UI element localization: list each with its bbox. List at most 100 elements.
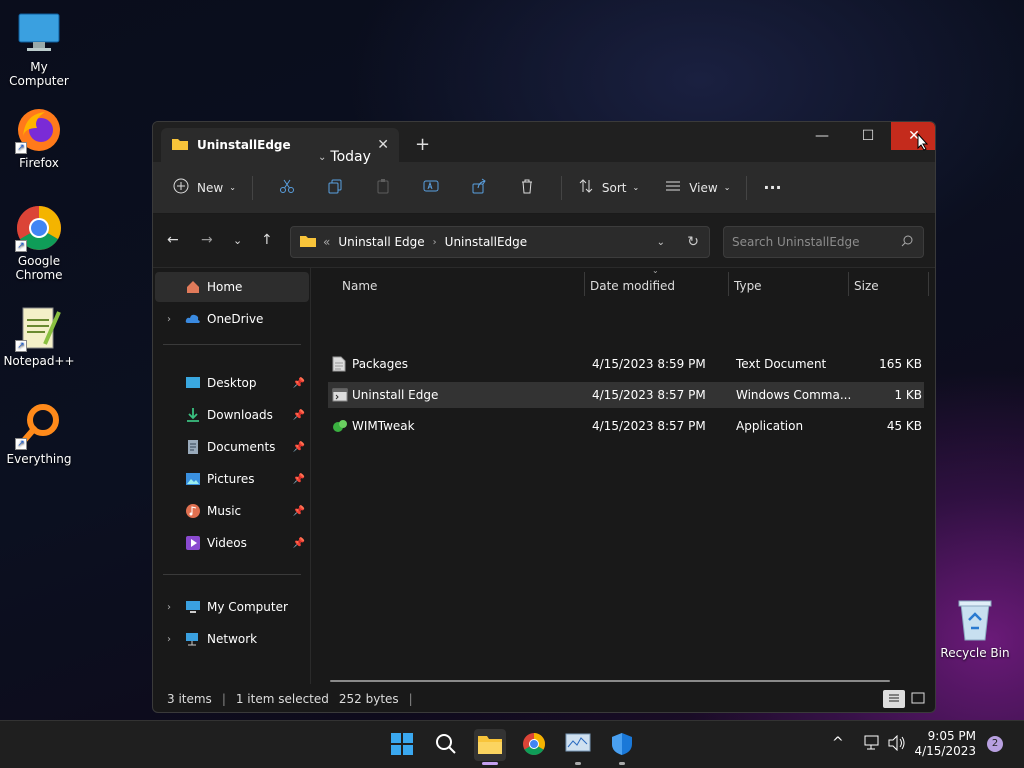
show-hidden-icons-button[interactable]: ^ bbox=[832, 735, 844, 751]
column-label: Date modified bbox=[590, 279, 676, 293]
clipboard-icon bbox=[375, 178, 391, 197]
horizontal-scrollbar[interactable] bbox=[330, 680, 890, 682]
taskbar-defender[interactable] bbox=[606, 729, 638, 765]
breadcrumb-uninstall-edge[interactable]: Uninstall Edge bbox=[338, 235, 424, 249]
group-header-today[interactable]: ⌄ Today bbox=[318, 146, 371, 168]
sidebar-item-network[interactable]: › Network bbox=[155, 624, 309, 654]
copy-button[interactable] bbox=[321, 172, 349, 204]
share-icon bbox=[471, 178, 487, 197]
sidebar-item-home[interactable]: Home bbox=[155, 272, 309, 302]
pin-icon: 📌 bbox=[292, 537, 305, 549]
delete-button[interactable] bbox=[513, 172, 541, 204]
share-button[interactable] bbox=[465, 172, 493, 204]
document-icon bbox=[185, 439, 201, 455]
paste-button[interactable] bbox=[369, 172, 397, 204]
sort-button[interactable]: Sort ⌄ bbox=[572, 172, 645, 204]
column-divider[interactable] bbox=[848, 272, 849, 296]
file-type: Windows Comma... bbox=[736, 388, 852, 402]
taskbar-monitor-app[interactable] bbox=[562, 729, 594, 765]
tiles-view-icon bbox=[911, 692, 925, 707]
notepad-icon: ↗ bbox=[15, 304, 63, 352]
desktop-folder-icon bbox=[185, 375, 201, 391]
column-header-name[interactable]: Name bbox=[342, 272, 377, 300]
column-divider[interactable] bbox=[584, 272, 585, 296]
close-window-button[interactable]: ✕ bbox=[891, 122, 935, 150]
breadcrumb-uninstalledge[interactable]: UninstallEdge bbox=[445, 235, 528, 249]
file-size: 165 KB bbox=[879, 357, 922, 371]
sidebar-item-my-computer[interactable]: › My Computer bbox=[155, 592, 309, 622]
start-button[interactable] bbox=[386, 729, 418, 761]
scissors-icon bbox=[279, 178, 295, 197]
chevron-right-icon[interactable]: › bbox=[159, 634, 179, 645]
column-divider[interactable] bbox=[728, 272, 729, 296]
rename-button[interactable] bbox=[417, 172, 445, 204]
column-divider[interactable] bbox=[928, 272, 929, 296]
sidebar-item-videos[interactable]: Videos 📌 bbox=[155, 528, 309, 558]
up-button[interactable]: ↑ bbox=[261, 232, 273, 248]
sidebar-item-label: My Computer bbox=[207, 600, 288, 614]
view-button[interactable]: View ⌄ bbox=[659, 172, 736, 204]
search-box[interactable]: Search UninstallEdge bbox=[723, 226, 924, 258]
sidebar-item-onedrive[interactable]: › OneDrive bbox=[155, 304, 309, 334]
column-header-type[interactable]: Type bbox=[734, 272, 762, 300]
network-status-icon[interactable] bbox=[864, 735, 882, 754]
search-icon bbox=[434, 732, 458, 759]
chevron-down-icon[interactable]: ⌄ bbox=[657, 237, 665, 248]
more-options-button[interactable]: ··· bbox=[757, 172, 787, 204]
sidebar-item-music[interactable]: Music 📌 bbox=[155, 496, 309, 526]
search-button[interactable] bbox=[430, 729, 462, 761]
firefox-icon: ↗ bbox=[15, 106, 63, 154]
home-icon bbox=[185, 279, 201, 295]
details-view-button[interactable] bbox=[883, 690, 905, 708]
new-tab-button[interactable]: + bbox=[415, 134, 430, 155]
video-icon bbox=[185, 535, 201, 551]
column-header-size[interactable]: Size bbox=[854, 272, 879, 300]
tiles-view-button[interactable] bbox=[907, 690, 929, 708]
sidebar-item-desktop[interactable]: Desktop 📌 bbox=[155, 368, 309, 398]
recent-locations-button[interactable]: ⌄ bbox=[233, 234, 242, 247]
cut-button[interactable] bbox=[273, 172, 301, 204]
sidebar-item-pictures[interactable]: Pictures 📌 bbox=[155, 464, 309, 494]
column-header-date[interactable]: Date modified bbox=[590, 272, 675, 300]
address-bar[interactable]: « Uninstall Edge › UninstallEdge ⌄ ↻ bbox=[290, 226, 710, 258]
sidebar-item-label: Music bbox=[207, 504, 242, 518]
sidebar-item-downloads[interactable]: Downloads 📌 bbox=[155, 400, 309, 430]
chevron-up-icon: ^ bbox=[832, 735, 844, 751]
command-bar: New ⌄ Sort ⌄ View ⌄ ··· bbox=[153, 162, 935, 214]
chevron-right-icon[interactable]: › bbox=[159, 314, 179, 325]
close-tab-icon[interactable]: ✕ bbox=[377, 137, 389, 153]
chevron-right-icon[interactable]: › bbox=[159, 602, 179, 613]
notification-badge[interactable]: 2 bbox=[987, 736, 1003, 752]
desktop-icon-notepad[interactable]: ↗ Notepad++ bbox=[0, 304, 78, 368]
system-clock[interactable]: 9:05 PM 4/15/2023 bbox=[914, 729, 976, 759]
desktop-icon-firefox[interactable]: ↗ Firefox bbox=[0, 106, 78, 170]
volume-icon[interactable] bbox=[888, 734, 906, 754]
table-row[interactable]: Packages 4/15/2023 8:59 PM Text Document… bbox=[328, 351, 924, 377]
taskbar-chrome[interactable] bbox=[518, 729, 550, 761]
column-label: Size bbox=[854, 279, 879, 293]
search-icon: ↗ bbox=[15, 402, 63, 450]
desktop-icon-recycle-bin[interactable]: Recycle Bin bbox=[936, 596, 1014, 660]
sidebar-item-documents[interactable]: Documents 📌 bbox=[155, 432, 309, 462]
search-icon bbox=[901, 235, 913, 250]
forward-button[interactable]: → bbox=[201, 232, 213, 248]
desktop-icon-my-computer[interactable]: My Computer bbox=[0, 10, 78, 88]
sidebar-item-label: Downloads bbox=[207, 408, 273, 422]
sort-indicator-icon: ⌄ bbox=[652, 266, 659, 275]
taskbar-file-explorer[interactable] bbox=[474, 729, 506, 765]
new-button[interactable]: New ⌄ bbox=[167, 172, 242, 204]
chevron-down-icon: ⌄ bbox=[229, 183, 236, 192]
sidebar-item-label: Network bbox=[207, 632, 258, 646]
desktop-icon-chrome[interactable]: ↗ Google Chrome bbox=[0, 204, 78, 282]
network-icon bbox=[185, 631, 201, 647]
back-button[interactable]: ← bbox=[167, 232, 179, 248]
sidebar-divider bbox=[163, 344, 301, 345]
minimize-button[interactable]: — bbox=[799, 122, 845, 150]
picture-icon bbox=[185, 471, 201, 487]
maximize-button[interactable]: ☐ bbox=[845, 122, 891, 150]
folder-icon bbox=[171, 136, 189, 155]
table-row[interactable]: WIMTweak 4/15/2023 8:57 PM Application 4… bbox=[328, 413, 924, 439]
refresh-icon[interactable]: ↻ bbox=[687, 234, 699, 250]
table-row[interactable]: Uninstall Edge 4/15/2023 8:57 PM Windows… bbox=[328, 382, 924, 408]
desktop-icon-everything[interactable]: ↗ Everything bbox=[0, 402, 78, 466]
